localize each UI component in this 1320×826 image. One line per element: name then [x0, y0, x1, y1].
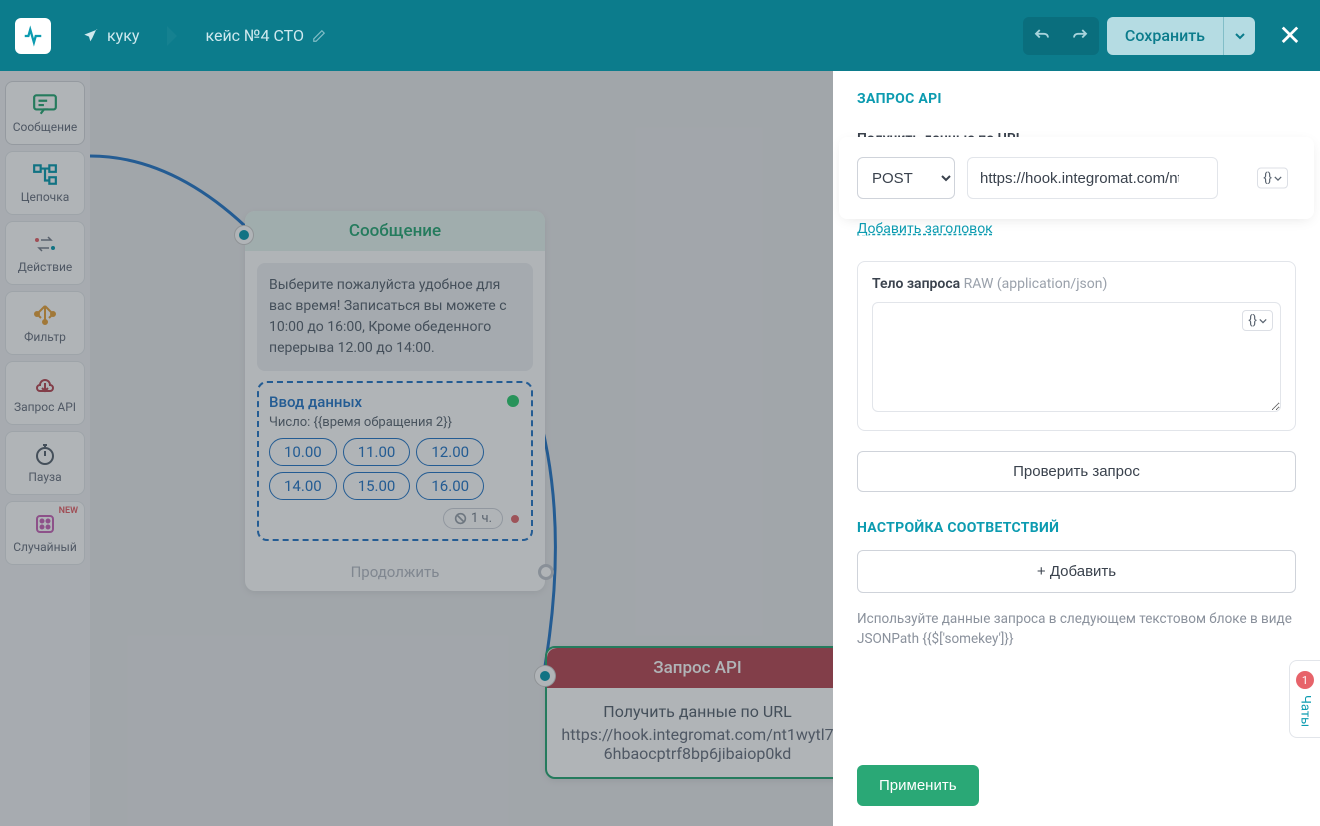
breadcrumb: куку кейс №4 СТО: [69, 18, 340, 53]
chip[interactable]: 14.00: [269, 472, 337, 500]
add-mapping-button[interactable]: + Добавить: [857, 550, 1296, 593]
tool-pause[interactable]: Пауза: [5, 431, 85, 495]
new-badge: NEW: [59, 506, 78, 516]
time-chips: 10.00 11.00 12.00 14.00 15.00 16.00: [269, 438, 521, 500]
mapping-section-title: НАСТРОЙКА СООТВЕТСТВИЙ: [857, 520, 1296, 536]
input-block-subtitle: Число: {{время обращения 2}}: [269, 415, 521, 430]
undo-redo-group: [1023, 17, 1099, 55]
breadcrumb-item-2[interactable]: кейс №4 СТО: [191, 18, 340, 53]
close-button[interactable]: ✕: [1275, 19, 1305, 52]
tool-label: Сообщение: [13, 120, 78, 134]
node-title: Сообщение: [245, 211, 545, 251]
continue-label: Продолжить: [351, 563, 440, 581]
chain-icon: [31, 162, 59, 186]
apply-button[interactable]: Применить: [857, 765, 979, 806]
header-actions: Сохранить ✕: [1023, 17, 1305, 55]
chip[interactable]: 11.00: [343, 438, 411, 466]
tool-message[interactable]: Сообщение: [5, 81, 85, 145]
node-title: Запрос API: [547, 648, 833, 688]
properties-panel: ЗАПРОС API Получить данные по URL POST {…: [833, 71, 1320, 826]
message-icon: [31, 92, 59, 116]
breadcrumb-separator: [167, 26, 177, 46]
breadcrumb-label-1: куку: [107, 26, 139, 45]
status-dot-red: [509, 513, 521, 525]
block-icon: [454, 512, 467, 525]
telegram-icon: [83, 28, 99, 44]
chip[interactable]: 10.00: [269, 438, 337, 466]
test-request-button[interactable]: Проверить запрос: [857, 451, 1296, 492]
chats-tab[interactable]: 1 Чаты: [1289, 660, 1320, 738]
chip[interactable]: 15.00: [343, 472, 411, 500]
tool-api-request[interactable]: Запрос API: [5, 361, 85, 425]
chip[interactable]: 16.00: [416, 472, 484, 500]
http-method-select[interactable]: POST: [857, 157, 955, 199]
action-icon: [31, 232, 59, 256]
breadcrumb-item-1[interactable]: куку: [69, 18, 153, 53]
save-button-group: Сохранить: [1107, 17, 1255, 55]
message-text: Выберите пожалуйста удобное для вас врем…: [257, 263, 533, 371]
status-dot-green: [507, 395, 519, 407]
request-body-block: Тело запроса RAW (application/json) {}: [857, 261, 1296, 431]
tool-chain[interactable]: Цепочка: [5, 151, 85, 215]
api-node-subtitle: Получить данные по URL: [561, 702, 833, 721]
add-mapping-label: + Добавить: [1037, 563, 1116, 580]
url-input[interactable]: [967, 157, 1218, 199]
tool-label: Фильтр: [24, 330, 66, 344]
chip[interactable]: 12.00: [416, 438, 484, 466]
chats-count-badge: 1: [1296, 671, 1314, 689]
test-request-label: Проверить запрос: [1013, 463, 1140, 480]
save-button[interactable]: Сохранить: [1107, 17, 1223, 55]
tool-filter[interactable]: Фильтр: [5, 291, 85, 355]
chats-label: Чаты: [1298, 695, 1313, 727]
input-block-title: Ввод данных: [269, 393, 521, 411]
tool-label: Цепочка: [21, 190, 69, 204]
flow-canvas[interactable]: Сообщение Выберите пожалуйста удобное дл…: [90, 71, 833, 826]
node-input-port[interactable]: [535, 666, 555, 686]
tool-sidebar: Сообщение Цепочка Действие Фильтр Запрос…: [0, 71, 90, 826]
dice-icon: [31, 512, 59, 536]
api-node-url: https://hook.integromat.com/nt1wytl76hba…: [561, 725, 833, 763]
add-header-link[interactable]: Добавить заголовок: [857, 221, 1296, 237]
cloud-api-icon: [31, 372, 59, 396]
redo-button[interactable]: [1061, 17, 1099, 55]
breadcrumb-label-2: кейс №4 СТО: [205, 26, 304, 45]
url-config-highlight: POST {}: [843, 141, 1310, 215]
pencil-icon[interactable]: [312, 29, 326, 43]
continue-row[interactable]: Продолжить: [245, 553, 545, 591]
undo-button[interactable]: [1023, 17, 1061, 55]
stopwatch-icon: [31, 442, 59, 466]
filter-icon: [31, 302, 59, 326]
duration-tag: 1 ч.: [443, 508, 503, 529]
save-button-label: Сохранить: [1125, 26, 1205, 45]
body-label: Тело запроса RAW (application/json): [872, 276, 1281, 292]
api-request-node[interactable]: Запрос API Получить данные по URL https:…: [545, 646, 833, 779]
app-header: куку кейс №4 СТО Сохранить ✕: [0, 0, 1320, 71]
node-input-port[interactable]: [235, 226, 253, 244]
tool-label: Запрос API: [14, 400, 76, 414]
app-logo[interactable]: [15, 18, 51, 54]
tool-label: Действие: [18, 260, 73, 274]
insert-variable-button-body[interactable]: {}: [1242, 310, 1273, 331]
mapping-hint: Используйте данные запроса в следующем т…: [857, 609, 1296, 650]
duration-value: 1 ч.: [471, 511, 492, 526]
tool-action[interactable]: Действие: [5, 221, 85, 285]
tool-random[interactable]: NEW Случайный: [5, 501, 85, 565]
input-data-block: Ввод данных Число: {{время обращения 2}}…: [257, 381, 533, 541]
insert-variable-button[interactable]: {}: [1257, 168, 1288, 189]
tool-label: Пауза: [28, 470, 61, 484]
panel-title: ЗАПРОС API: [857, 91, 1296, 107]
apply-label: Применить: [879, 777, 957, 794]
save-dropdown[interactable]: [1223, 17, 1255, 55]
message-node[interactable]: Сообщение Выберите пожалуйста удобное дл…: [245, 211, 545, 591]
request-body-textarea[interactable]: [872, 302, 1281, 412]
tool-label: Случайный: [13, 540, 77, 554]
node-output-port[interactable]: [538, 564, 554, 580]
